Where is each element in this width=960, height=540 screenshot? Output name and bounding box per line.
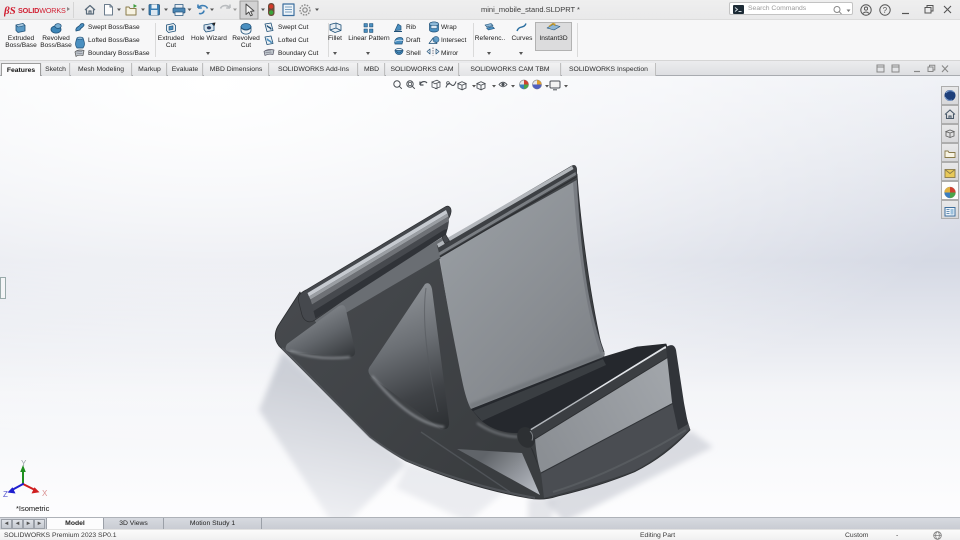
svg-text:Y: Y [21,459,27,468]
svg-text:βS: βS [4,5,16,17]
svg-text:?: ? [883,6,888,15]
svg-text:X: X [42,489,48,498]
svg-text:SOLIDWORKS: SOLIDWORKS [18,6,66,15]
svg-text:Z: Z [3,490,8,499]
